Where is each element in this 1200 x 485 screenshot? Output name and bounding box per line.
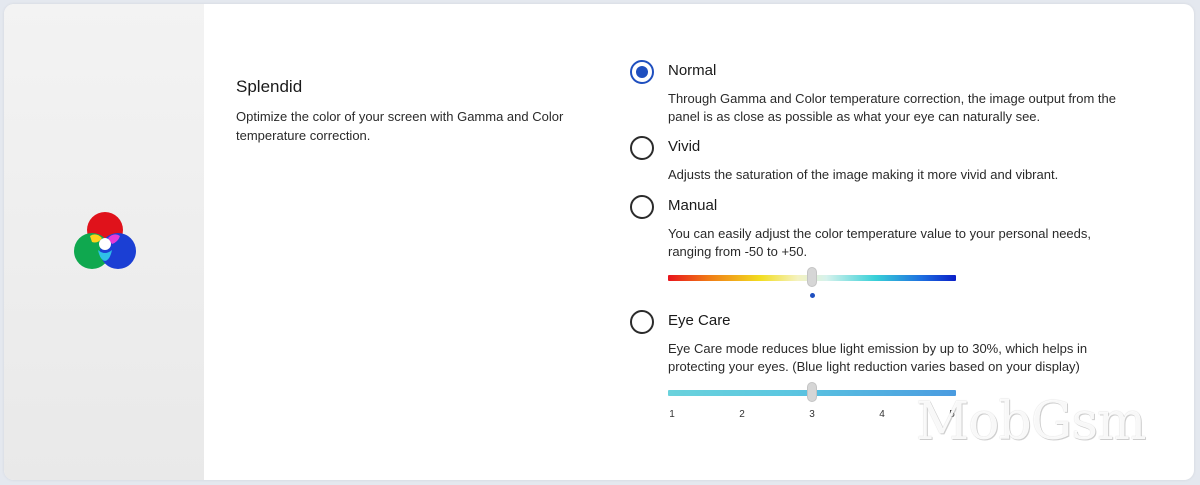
option-description: Adjusts the saturation of the image maki… bbox=[668, 167, 1059, 182]
option-description: Eye Care mode reduces blue light emissio… bbox=[668, 341, 1088, 374]
option-label: Vivid bbox=[668, 138, 701, 155]
option-label: Manual bbox=[668, 197, 718, 214]
eye-care-slider-thumb[interactable] bbox=[807, 382, 817, 402]
eye-care-level-slider[interactable] bbox=[668, 382, 956, 402]
eye-care-tick-label: 3 bbox=[809, 409, 815, 420]
option-description: You can easily adjust the color temperat… bbox=[668, 226, 1092, 259]
color-temperature-slider[interactable] bbox=[668, 267, 956, 287]
eye-care-tick-label: 5 bbox=[949, 409, 955, 420]
option-description: Through Gamma and Color temperature corr… bbox=[668, 91, 1116, 124]
eye-care-tick-label: 1 bbox=[669, 409, 675, 420]
feature-icon-panel bbox=[4, 4, 204, 480]
eye-care-tick-label: 4 bbox=[879, 409, 885, 420]
radio-normal[interactable] bbox=[630, 60, 654, 84]
radio-vivid[interactable] bbox=[630, 136, 654, 160]
option-label: Normal bbox=[668, 62, 717, 79]
splendid-settings-card: Splendid Optimize the color of your scre… bbox=[4, 4, 1194, 480]
option-label: Eye Care bbox=[668, 312, 731, 329]
feature-title: Splendid bbox=[236, 77, 303, 96]
color-temperature-slider-thumb[interactable] bbox=[807, 267, 817, 287]
feature-description: Optimize the color of your screen with G… bbox=[236, 109, 564, 143]
rgb-color-circles-icon bbox=[74, 212, 136, 269]
eye-care-tick-label: 2 bbox=[739, 409, 745, 420]
radio-manual[interactable] bbox=[630, 195, 654, 219]
default-value-marker bbox=[809, 293, 815, 298]
eye-care-tick-labels: 1 2 3 4 5 bbox=[668, 409, 956, 423]
radio-eye-care[interactable] bbox=[630, 310, 654, 334]
